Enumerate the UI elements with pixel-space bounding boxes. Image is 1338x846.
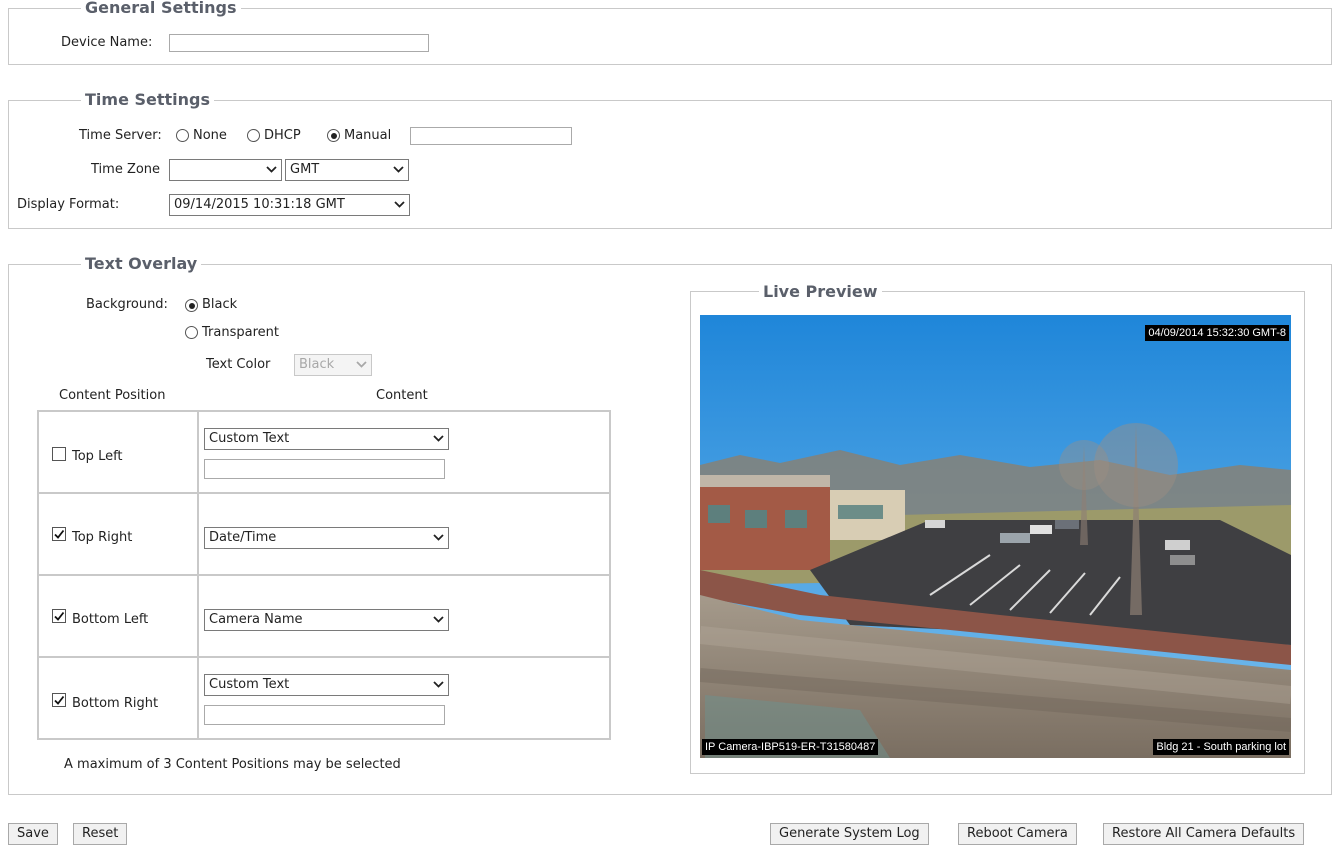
bottom-right-content-value: Custom Text: [209, 677, 290, 692]
background-black-radio[interactable]: [185, 299, 198, 312]
background-transparent-label: Transparent: [202, 325, 279, 340]
checkmark-icon: [54, 695, 65, 705]
chevron-down-icon: [393, 166, 404, 173]
bottom-left-content-select[interactable]: Camera Name: [204, 609, 449, 631]
text-overlay-group: Text Overlay Background: Black Transpare…: [8, 254, 1332, 795]
manual-time-server-input[interactable]: [410, 127, 572, 145]
content-header: Content: [376, 388, 428, 403]
chevron-down-icon: [433, 616, 444, 623]
bottom-right-label: Bottom Right: [72, 696, 159, 711]
chevron-down-icon: [356, 361, 367, 368]
text-color-select[interactable]: Black: [294, 354, 372, 376]
bottom-right-checkbox[interactable]: [52, 693, 66, 707]
time-server-none-radio[interactable]: [176, 129, 189, 142]
content-cell: Custom Text: [197, 410, 611, 494]
bottom-left-checkbox[interactable]: [52, 609, 66, 623]
save-button[interactable]: Save: [8, 823, 58, 845]
device-name-label: Device Name:: [61, 35, 153, 50]
preview-timestamp-overlay: 04/09/2014 15:32:30 GMT-8: [1145, 325, 1289, 341]
camera-preview-image: 04/09/2014 15:32:30 GMT-8 IP Camera-IBP5…: [700, 315, 1291, 758]
chevron-down-icon: [433, 435, 444, 442]
time-server-manual-radio[interactable]: [327, 129, 340, 142]
top-right-content-select[interactable]: Date/Time: [204, 527, 449, 549]
bottom-right-content-select[interactable]: Custom Text: [204, 674, 449, 696]
content-position-table: Top Left Custom Text Top Right Date/Time: [37, 410, 611, 740]
checkmark-icon: [54, 529, 65, 539]
restore-defaults-button[interactable]: Restore All Camera Defaults: [1103, 823, 1305, 845]
chevron-down-icon: [394, 201, 405, 208]
time-server-label: Time Server:: [79, 128, 162, 143]
time-zone-select[interactable]: [169, 159, 282, 181]
general-settings-legend: General Settings: [81, 0, 241, 18]
position-cell: Top Left: [37, 410, 199, 494]
preview-custom-text-overlay: Bldg 21 - South parking lot: [1153, 739, 1289, 755]
display-format-value: 09/14/2015 10:31:18 GMT: [174, 197, 345, 212]
time-settings-legend: Time Settings: [81, 90, 215, 110]
top-right-content-value: Date/Time: [209, 530, 277, 545]
position-cell: Bottom Right: [37, 656, 199, 740]
text-overlay-legend: Text Overlay: [81, 254, 202, 274]
bottom-right-custom-text-input[interactable]: [204, 705, 445, 725]
background-label: Background:: [86, 297, 168, 312]
checkmark-icon: [54, 611, 65, 621]
bottom-left-label: Bottom Left: [72, 612, 149, 627]
content-cell: Camera Name: [197, 574, 611, 658]
top-left-content-value: Custom Text: [209, 431, 290, 446]
table-row: Top Left Custom Text: [37, 410, 611, 494]
chevron-down-icon: [433, 534, 444, 541]
top-right-label: Top Right: [72, 530, 133, 545]
top-left-custom-text-input[interactable]: [204, 459, 445, 479]
top-right-checkbox[interactable]: [52, 527, 66, 541]
chevron-down-icon: [266, 166, 277, 173]
preview-camera-name-overlay: IP Camera-IBP519-ER-T31580487: [702, 739, 879, 755]
live-preview-group: Live Preview 04/09/2014 15:32:30 GMT-8 I…: [690, 282, 1305, 774]
reset-button[interactable]: Reset: [73, 823, 128, 845]
live-preview-legend: Live Preview: [759, 282, 882, 302]
content-position-header: Content Position: [59, 388, 166, 403]
position-cell: Bottom Left: [37, 574, 199, 658]
table-row: Bottom Left Camera Name: [37, 574, 611, 658]
generate-system-log-button[interactable]: Generate System Log: [770, 823, 929, 845]
time-settings-group: Time Settings Time Server: None DHCP Man…: [8, 90, 1332, 229]
display-format-label: Display Format:: [17, 197, 120, 212]
top-left-content-select[interactable]: Custom Text: [204, 428, 449, 450]
content-cell: Custom Text: [197, 656, 611, 740]
general-settings-group: General Settings Device Name:: [8, 0, 1332, 65]
gmt-offset-select[interactable]: GMT: [285, 159, 409, 181]
table-row: Bottom Right Custom Text: [37, 656, 611, 740]
background-black-label: Black: [202, 297, 238, 312]
time-server-dhcp-radio[interactable]: [247, 129, 260, 142]
reboot-camera-button[interactable]: Reboot Camera: [958, 823, 1077, 845]
bottom-left-content-value: Camera Name: [209, 612, 303, 627]
position-cell: Top Right: [37, 492, 199, 576]
table-row: Top Right Date/Time: [37, 492, 611, 576]
parking-lot-scene: [700, 315, 1291, 758]
top-left-label: Top Left: [72, 449, 123, 464]
time-server-none-label: None: [193, 128, 227, 143]
device-name-input[interactable]: [169, 34, 429, 52]
time-server-manual-label: Manual: [344, 128, 392, 143]
time-server-dhcp-label: DHCP: [264, 128, 301, 143]
time-zone-label: Time Zone: [91, 162, 161, 177]
top-left-checkbox[interactable]: [52, 447, 66, 461]
max-positions-note: A maximum of 3 Content Positions may be …: [64, 757, 401, 772]
display-format-select[interactable]: 09/14/2015 10:31:18 GMT: [169, 194, 410, 216]
background-transparent-radio[interactable]: [185, 326, 198, 339]
text-color-label: Text Color: [206, 357, 271, 372]
text-color-value: Black: [299, 357, 335, 372]
chevron-down-icon: [433, 681, 444, 688]
content-cell: Date/Time: [197, 492, 611, 576]
gmt-offset-value: GMT: [290, 162, 320, 177]
